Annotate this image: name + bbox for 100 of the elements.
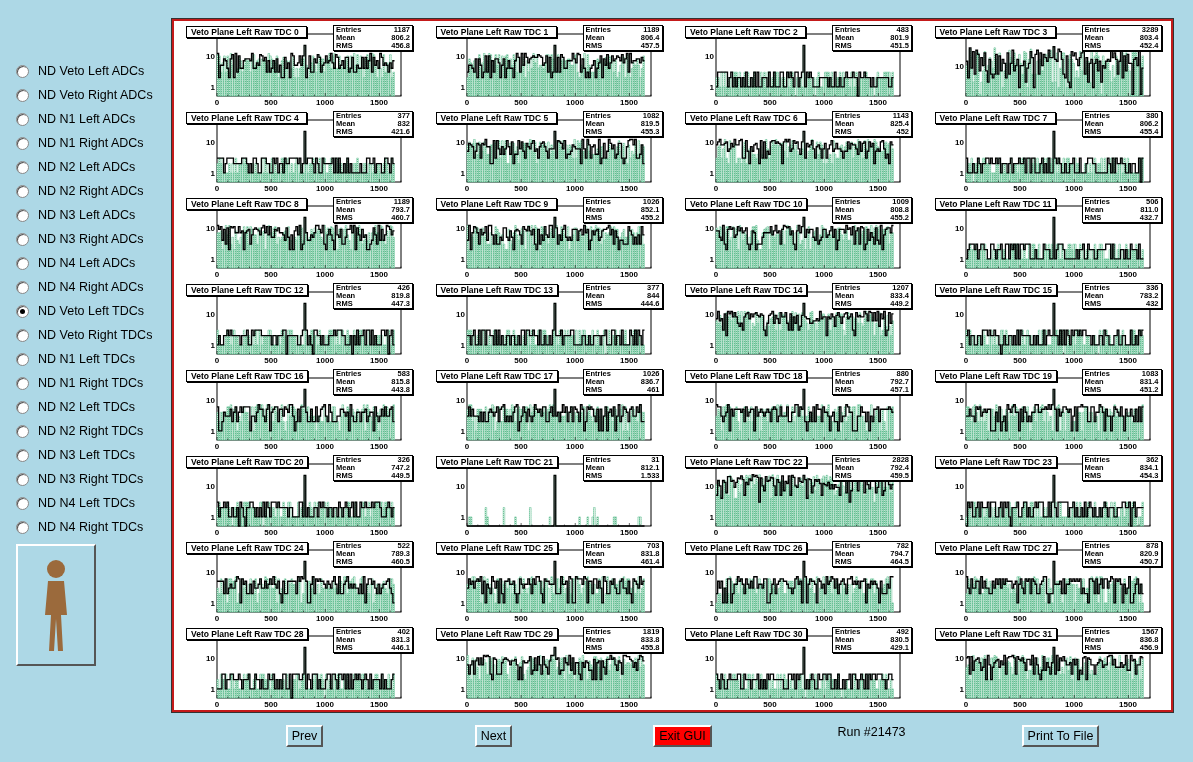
radio-option[interactable]: ND Veto Right TDCs — [16, 323, 172, 347]
axis-label: 1 — [709, 427, 714, 436]
axis-label: 0 — [713, 613, 719, 623]
radio-option[interactable]: ND N3 Right ADCs — [16, 227, 172, 251]
axis-label: 500 — [513, 527, 528, 537]
radio-option[interactable]: ND N1 Right TDCs — [16, 371, 172, 395]
axis-label: 1000 — [1064, 183, 1083, 193]
axis-label: 10 — [705, 482, 714, 491]
exit-button[interactable]: Exit GUI — [653, 725, 712, 747]
axis-label: 1500 — [619, 183, 638, 193]
axis-label: 1000 — [316, 699, 334, 709]
axis-label: 500 — [1012, 441, 1027, 451]
axis-label: 1500 — [619, 699, 638, 709]
radio-option[interactable]: ND N1 Left TDCs — [16, 347, 172, 371]
axis-label: 1 — [210, 83, 215, 92]
axis-label: 1 — [460, 255, 465, 264]
radio-option[interactable]: ND N2 Left ADCs — [16, 155, 172, 179]
axis-label: 0 — [214, 355, 220, 365]
axis-label: 10 — [705, 396, 714, 405]
axis-label: 0 — [214, 97, 220, 107]
radio-option[interactable]: ND N2 Right ADCs — [16, 179, 172, 203]
axis-label: 1500 — [1118, 527, 1137, 537]
axis-label: 500 — [264, 269, 278, 279]
axis-label: 500 — [763, 441, 777, 451]
axis-label: 0 — [963, 183, 968, 193]
axis-label: 0 — [464, 441, 469, 451]
radio-option[interactable]: ND N1 Right ADCs — [16, 131, 172, 155]
radio-option[interactable]: ND N4 Left ADCs — [16, 251, 172, 275]
axis-label: 10 — [954, 482, 964, 491]
histogram-title: Veto Plane Left Raw TDC 7 — [934, 112, 1056, 124]
axis-label: 1000 — [815, 441, 833, 451]
axis-label: 10 — [954, 310, 964, 319]
radio-option[interactable]: ND N3 Right TDCs — [16, 467, 172, 491]
axis-label: 0 — [214, 699, 220, 709]
histogram-title: Veto Plane Left Raw TDC 18 — [685, 370, 808, 382]
button[interactable]: Next — [474, 725, 513, 747]
axis-label: 1500 — [370, 183, 388, 193]
axis-label: 1000 — [815, 699, 833, 709]
axis-label: 1500 — [1118, 441, 1137, 451]
axis-label: 1000 — [1064, 699, 1083, 709]
radio-option[interactable]: ND N2 Left TDCs — [16, 395, 172, 419]
axis-label: 500 — [1012, 97, 1027, 107]
axis-label: 0 — [963, 441, 968, 451]
button[interactable]: Prev — [285, 725, 324, 747]
axis-label: 500 — [763, 527, 777, 537]
radio-option[interactable]: ND N4 Right TDCs — [16, 515, 172, 539]
radio-option[interactable]: ND N3 Left TDCs — [16, 443, 172, 467]
axis-label: 0 — [464, 613, 469, 623]
axis-label: 10 — [206, 138, 215, 147]
axis-label: 1500 — [1118, 269, 1137, 279]
axis-label: 1000 — [1064, 527, 1083, 537]
histogram-title: Veto Plane Left Raw TDC 27 — [934, 542, 1057, 554]
axis-label: 1500 — [869, 441, 887, 451]
radio-option[interactable]: ND N4 Left TDCs — [16, 491, 172, 515]
axis-label: 1000 — [1064, 269, 1083, 279]
axis-label: 1000 — [815, 613, 833, 623]
axis-label: 500 — [264, 355, 278, 365]
radio-option[interactable]: ND Veto Right ADCs — [16, 83, 172, 107]
axis-label: 1000 — [316, 441, 334, 451]
axis-label: 1 — [460, 341, 465, 350]
histogram-title: Veto Plane Left Raw TDC 3 — [934, 26, 1056, 38]
axis-label: 1000 — [565, 441, 584, 451]
axis-label: 1500 — [869, 355, 887, 365]
radio-option[interactable]: ND N1 Left ADCs — [16, 107, 172, 131]
histogram-title: Veto Plane Left Raw TDC 21 — [435, 456, 558, 468]
axis-label: 500 — [264, 441, 278, 451]
axis-label: 0 — [214, 441, 220, 451]
axis-label: 1000 — [1064, 97, 1083, 107]
histogram-title: Veto Plane Left Raw TDC 12 — [186, 284, 309, 296]
axis-label: 1500 — [619, 527, 638, 537]
axis-label: 10 — [705, 310, 714, 319]
axis-label: 10 — [705, 224, 714, 233]
radio-option[interactable]: ND N2 Right TDCs — [16, 419, 172, 443]
axis-label: 1000 — [815, 527, 833, 537]
axis-label: 0 — [214, 527, 220, 537]
axis-label: 1 — [709, 169, 714, 178]
histogram-title: Veto Plane Left Raw TDC 25 — [435, 542, 558, 554]
histogram-title: Veto Plane Left Raw TDC 24 — [186, 542, 309, 554]
axis-label: 0 — [713, 355, 719, 365]
histogram-title: Veto Plane Left Raw TDC 28 — [186, 628, 309, 640]
axis-label: 0 — [963, 269, 968, 279]
radio-option[interactable]: ND N4 Right ADCs — [16, 275, 172, 299]
radio-option[interactable]: ND Veto Left ADCs — [16, 59, 172, 83]
histogram-title: Veto Plane Left Raw TDC 30 — [685, 628, 808, 640]
button[interactable]: Print To File — [1021, 725, 1100, 747]
radio-option[interactable]: ND N3 Left ADCs — [16, 203, 172, 227]
histogram-title: Veto Plane Left Raw TDC 9 — [435, 198, 557, 210]
radio-option[interactable]: ND Veto Left TDCs — [16, 299, 172, 323]
axis-label: 1000 — [1064, 441, 1083, 451]
axis-label: 1500 — [869, 97, 887, 107]
axis-label: 1000 — [815, 183, 833, 193]
histogram-title: Veto Plane Left Raw TDC 1 — [435, 26, 557, 38]
axis-label: 10 — [206, 482, 215, 491]
axis-label: 1500 — [370, 441, 388, 451]
axis-label: 10 — [954, 62, 964, 71]
axis-label: 1500 — [619, 613, 638, 623]
axis-label: 500 — [1012, 699, 1027, 709]
axis-label: 0 — [963, 699, 968, 709]
axis-label: 1500 — [370, 699, 388, 709]
axis-label: 1500 — [869, 183, 887, 193]
